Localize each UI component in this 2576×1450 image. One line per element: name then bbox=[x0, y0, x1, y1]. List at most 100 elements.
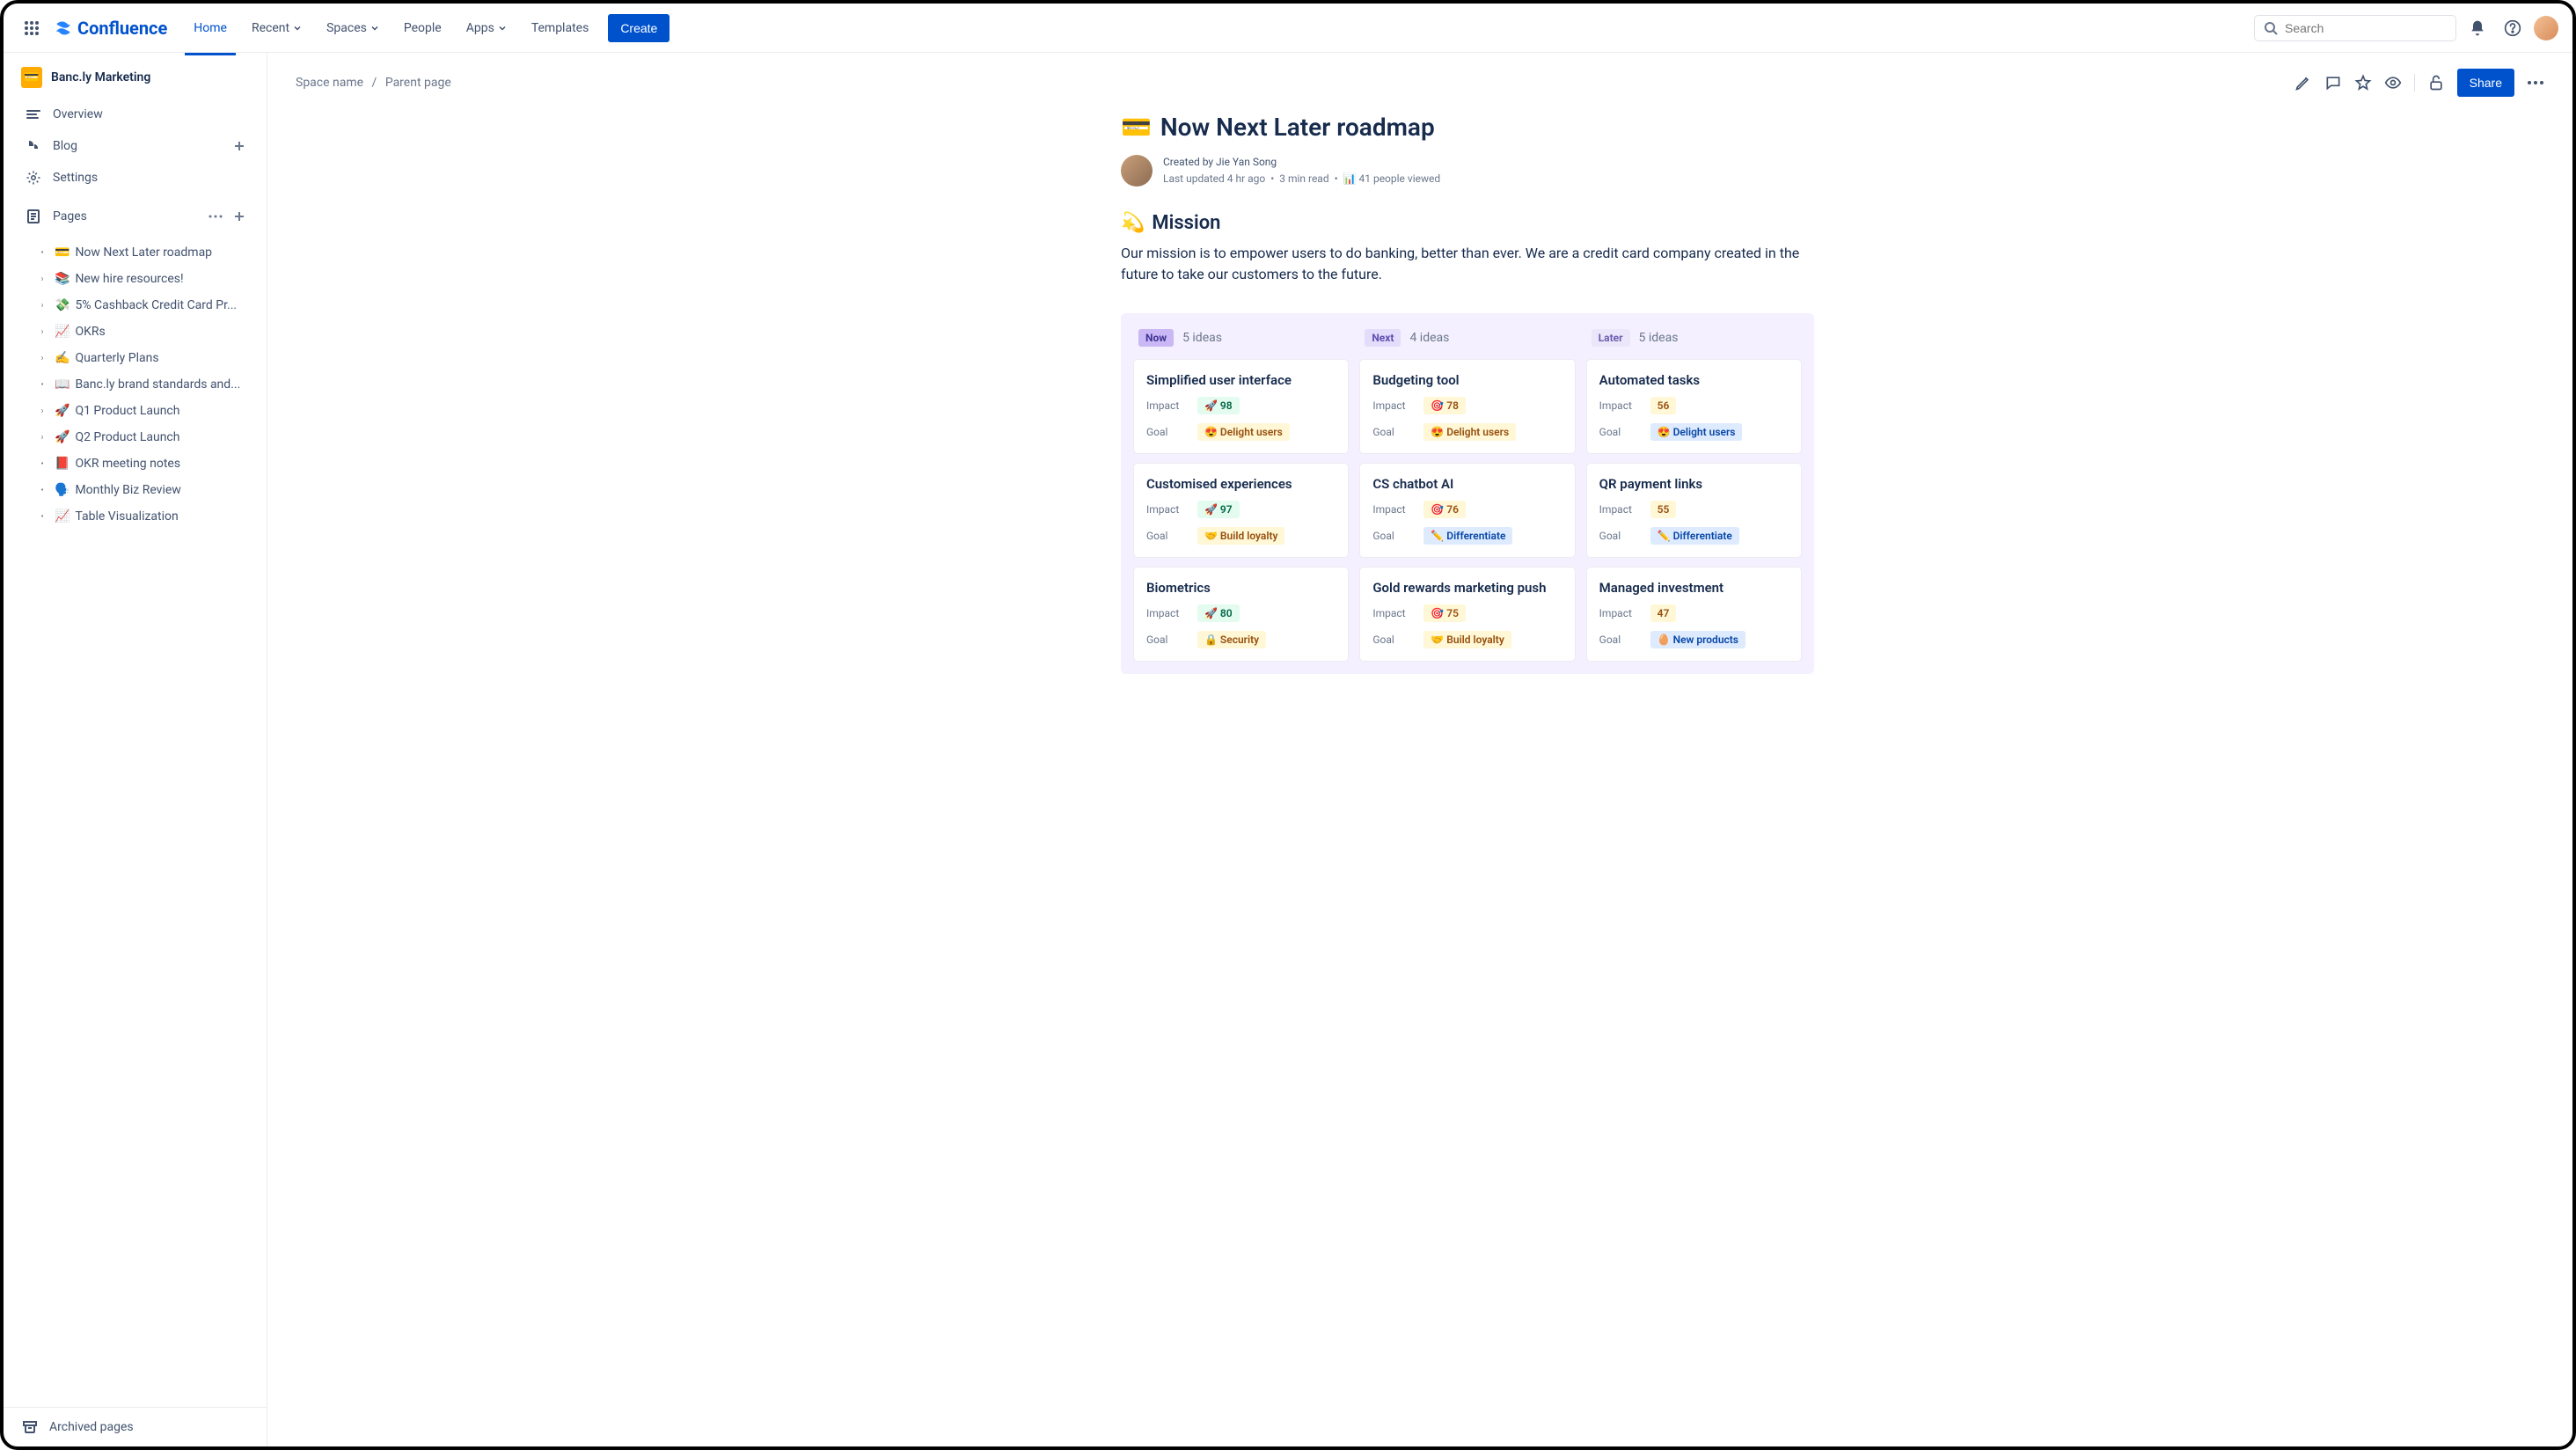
nav-spaces[interactable]: Spaces bbox=[318, 16, 388, 40]
idea-card[interactable]: Biometrics Impact🚀 80 Goal🔒 Security bbox=[1133, 567, 1349, 662]
card-title: Gold rewards marketing push bbox=[1372, 580, 1562, 596]
page-tree-item[interactable]: ›💸5% Cashback Credit Card Pr... bbox=[14, 292, 256, 319]
page-tree-item[interactable]: ›🚀Q1 Product Launch bbox=[14, 398, 256, 424]
page-tree-item[interactable]: ›📈OKRs bbox=[14, 319, 256, 345]
sidebar-overview[interactable]: Overview bbox=[14, 99, 256, 130]
pages-more-icon[interactable] bbox=[209, 215, 223, 218]
page-tree-item[interactable]: ›🚀Q2 Product Launch bbox=[14, 424, 256, 450]
overview-icon bbox=[25, 106, 42, 123]
divider bbox=[2414, 74, 2415, 92]
breadcrumb-space[interactable]: Space name bbox=[296, 76, 363, 90]
impact-pill: 🎯 78 bbox=[1423, 397, 1466, 414]
lock-icon[interactable] bbox=[2427, 74, 2445, 92]
board-column-now: Now5 ideas Simplified user interface Imp… bbox=[1133, 326, 1349, 662]
notifications-icon[interactable] bbox=[2463, 14, 2492, 42]
idea-card[interactable]: Budgeting tool Impact🎯 78 Goal😍 Delight … bbox=[1359, 359, 1575, 454]
page-tree-item[interactable]: •💳Now Next Later roadmap bbox=[14, 239, 256, 266]
goal-label: Goal bbox=[1599, 633, 1638, 646]
page-tree-item[interactable]: •🗣️Monthly Biz Review bbox=[14, 477, 256, 503]
pages-icon bbox=[25, 208, 42, 225]
comments-icon[interactable] bbox=[2324, 74, 2342, 92]
app-switcher-icon[interactable] bbox=[18, 14, 46, 42]
more-actions-icon[interactable] bbox=[2527, 81, 2544, 84]
column-badge: Next bbox=[1365, 329, 1401, 347]
page-title: 💳 Now Next Later roadmap bbox=[1121, 113, 1814, 142]
breadcrumb: Space name / Parent page bbox=[296, 76, 2287, 90]
star-icon[interactable] bbox=[2354, 74, 2372, 92]
impact-pill: 🎯 76 bbox=[1423, 501, 1466, 518]
watch-icon[interactable] bbox=[2384, 74, 2402, 92]
sidebar-blog[interactable]: Blog bbox=[14, 130, 256, 162]
nav-templates[interactable]: Templates bbox=[523, 16, 598, 40]
help-icon[interactable] bbox=[2499, 14, 2527, 42]
profile-avatar[interactable] bbox=[2534, 16, 2558, 40]
tree-emoji: 🚀 bbox=[55, 430, 70, 444]
edit-icon[interactable] bbox=[2294, 74, 2312, 92]
page-tree-item[interactable]: •📖Banc.ly brand standards and... bbox=[14, 371, 256, 398]
column-count: 4 ideas bbox=[1409, 331, 1449, 345]
author-avatar[interactable] bbox=[1121, 155, 1153, 187]
search-input[interactable] bbox=[2254, 15, 2456, 41]
sidebar-pages-header[interactable]: Pages bbox=[14, 201, 256, 232]
card-title: Biometrics bbox=[1146, 580, 1336, 596]
goal-label: Goal bbox=[1146, 426, 1185, 438]
column-count: 5 ideas bbox=[1182, 331, 1222, 345]
space-header[interactable]: 💳 Banc.ly Marketing bbox=[4, 53, 267, 95]
content-area: Space name / Parent page Share � bbox=[267, 53, 2572, 1446]
page-tree-item[interactable]: •📈Table Visualization bbox=[14, 503, 256, 530]
card-title: Budgeting tool bbox=[1372, 372, 1562, 388]
card-title: QR payment links bbox=[1599, 476, 1789, 492]
tree-emoji: 📈 bbox=[55, 325, 70, 339]
tree-label: 5% Cashback Credit Card Pr... bbox=[75, 298, 237, 312]
roadmap-board: Now5 ideas Simplified user interface Imp… bbox=[1121, 313, 1814, 674]
idea-card[interactable]: QR payment links Impact 55 Goal✏️ Differ… bbox=[1586, 463, 1802, 558]
chevron-down-icon bbox=[293, 24, 302, 33]
tree-emoji: ✍️ bbox=[55, 351, 70, 365]
add-page-icon[interactable] bbox=[233, 210, 245, 223]
page-header: Space name / Parent page Share bbox=[267, 53, 2572, 113]
space-name: Banc.ly Marketing bbox=[51, 70, 150, 84]
goal-label: Goal bbox=[1372, 633, 1411, 646]
impact-pill: 🎯 75 bbox=[1423, 604, 1466, 622]
add-blog-icon[interactable] bbox=[233, 140, 245, 152]
page-tree-item[interactable]: ›📚New hire resources! bbox=[14, 266, 256, 292]
impact-label: Impact bbox=[1146, 503, 1185, 516]
page-tree-item[interactable]: •📕OKR meeting notes bbox=[14, 450, 256, 477]
idea-card[interactable]: Simplified user interface Impact🚀 98 Goa… bbox=[1133, 359, 1349, 454]
share-button[interactable]: Share bbox=[2457, 69, 2514, 97]
idea-card[interactable]: CS chatbot AI Impact🎯 76 Goal✏️ Differen… bbox=[1359, 463, 1575, 558]
tree-emoji: 📕 bbox=[55, 457, 70, 471]
goal-pill: 🤝 Build loyalty bbox=[1197, 527, 1284, 545]
impact-label: Impact bbox=[1599, 399, 1638, 412]
author-name[interactable]: Jie Yan Song bbox=[1216, 156, 1277, 168]
sidebar-archived[interactable]: Archived pages bbox=[4, 1407, 267, 1446]
chevron-down-icon bbox=[498, 24, 507, 33]
tree-label: New hire resources! bbox=[75, 272, 183, 286]
nav-apps[interactable]: Apps bbox=[457, 16, 516, 40]
tree-emoji: 📈 bbox=[55, 509, 70, 524]
nav-home[interactable]: Home bbox=[185, 16, 236, 40]
chevron-down-icon bbox=[370, 24, 379, 33]
impact-pill: 🚀 80 bbox=[1197, 604, 1240, 622]
nav-people[interactable]: People bbox=[395, 16, 450, 40]
create-button[interactable]: Create bbox=[608, 14, 670, 42]
tree-bullet: › bbox=[35, 327, 49, 337]
idea-card[interactable]: Customised experiences Impact🚀 97 Goal🤝 … bbox=[1133, 463, 1349, 558]
sidebar-settings[interactable]: Settings bbox=[14, 162, 256, 194]
page-tree-item[interactable]: ›✍️Quarterly Plans bbox=[14, 345, 256, 371]
confluence-logo[interactable]: Confluence bbox=[53, 18, 167, 39]
brand-name: Confluence bbox=[77, 18, 167, 39]
tree-emoji: 📖 bbox=[55, 377, 70, 392]
page-byline: Created by Jie Yan Song Last updated 4 h… bbox=[1121, 154, 1814, 187]
archive-icon bbox=[21, 1418, 39, 1436]
tree-bullet: • bbox=[35, 512, 49, 522]
nav-recent[interactable]: Recent bbox=[243, 16, 311, 40]
card-title: Automated tasks bbox=[1599, 372, 1789, 388]
idea-card[interactable]: Managed investment Impact 47 Goal🥚 New p… bbox=[1586, 567, 1802, 662]
idea-card[interactable]: Gold rewards marketing push Impact🎯 75 G… bbox=[1359, 567, 1575, 662]
goal-label: Goal bbox=[1599, 426, 1638, 438]
idea-card[interactable]: Automated tasks Impact 56 Goal😍 Delight … bbox=[1586, 359, 1802, 454]
goal-pill: 🔒 Security bbox=[1197, 631, 1266, 648]
mission-text: Our mission is to empower users to do ba… bbox=[1121, 243, 1814, 285]
breadcrumb-parent[interactable]: Parent page bbox=[385, 76, 451, 90]
